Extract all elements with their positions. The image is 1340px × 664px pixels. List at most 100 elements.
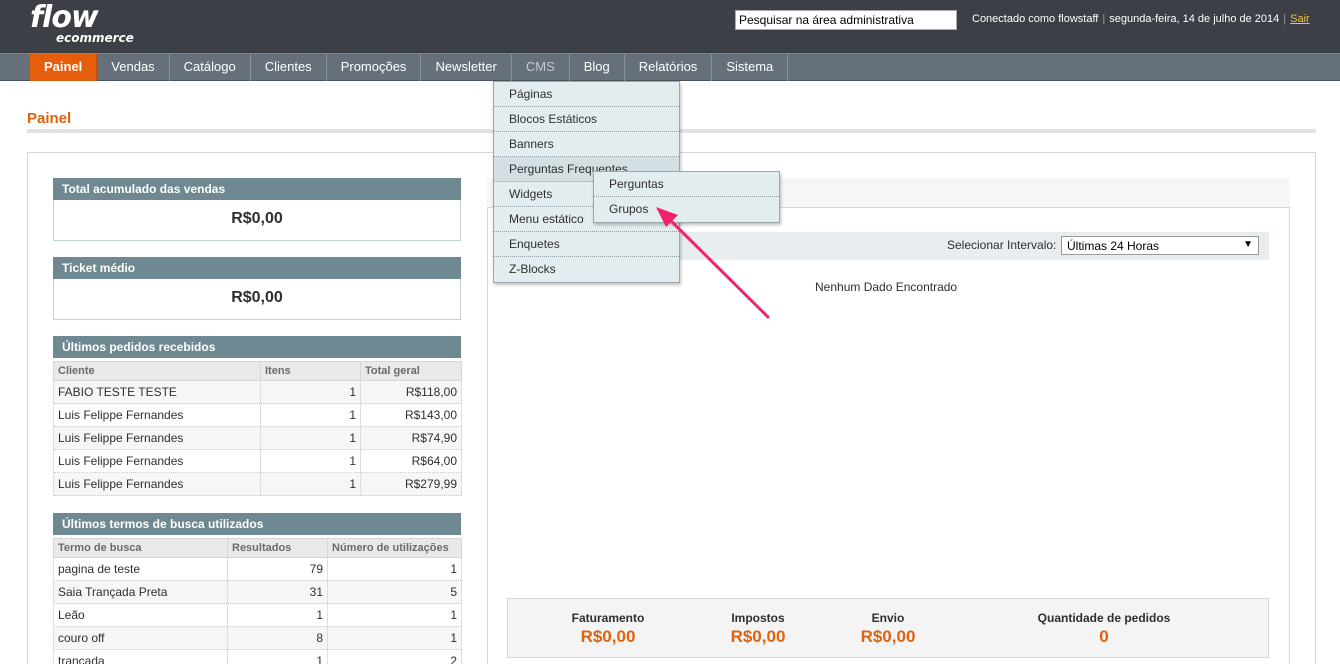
range-label: Selecionar Intervalo: <box>947 238 1057 252</box>
lifetime-sales-value: R$0,00 <box>231 210 283 227</box>
column-header-utilizacoes[interactable]: Número de utilizações <box>327 538 462 558</box>
column-header-total[interactable]: Total geral <box>360 361 462 381</box>
search-results: 1 <box>227 603 328 627</box>
nav-vendas[interactable]: Vendas <box>97 54 170 81</box>
order-total: R$74,90 <box>360 426 462 450</box>
revenue-value: R$0,00 <box>580 627 636 646</box>
shipping-label: Envio <box>871 611 905 625</box>
submenu-item-grupos[interactable]: Grupos <box>594 197 779 222</box>
revenue-total: Faturamento R$0,00 <box>548 611 668 647</box>
menu-item-banners[interactable]: Banners <box>494 132 679 157</box>
main-navigation: Painel Vendas Catálogo Clientes Promoçõe… <box>0 53 1340 81</box>
shipping-value: R$0,00 <box>860 627 916 646</box>
order-qty-label: Quantidade de pedidos <box>1037 611 1171 625</box>
search-results: 8 <box>227 626 328 650</box>
global-search-input[interactable] <box>735 10 957 30</box>
nav-cms[interactable]: CMS <box>512 54 570 81</box>
table-row[interactable]: Luis Felippe Fernandes 1 R$64,00 <box>53 449 462 473</box>
nav-catalogo[interactable]: Catálogo <box>170 54 251 81</box>
search-term: Leão <box>53 603 228 627</box>
last-orders-header: Últimos pedidos recebidos <box>53 336 461 358</box>
search-results: 1 <box>227 649 328 664</box>
separator: | <box>1102 13 1106 25</box>
search-term: couro off <box>53 626 228 650</box>
nav-promocoes[interactable]: Promoções <box>327 54 422 81</box>
order-items: 1 <box>260 380 361 404</box>
nav-relatorios[interactable]: Relatórios <box>625 54 713 81</box>
order-customer: Luis Felippe Fernandes <box>53 426 261 450</box>
table-row[interactable]: trançada 1 2 <box>53 649 462 664</box>
nav-newsletter[interactable]: Newsletter <box>421 54 512 81</box>
search-uses: 1 <box>327 626 462 650</box>
search-uses: 5 <box>327 580 462 604</box>
search-uses: 1 <box>327 603 462 627</box>
nav-sistema[interactable]: Sistema <box>712 54 789 81</box>
order-customer: Luis Felippe Fernandes <box>53 449 261 473</box>
menu-item-blocos-estaticos[interactable]: Blocos Estáticos <box>494 107 679 132</box>
tax-total: Impostos R$0,00 <box>698 611 818 647</box>
table-row[interactable]: Luis Felippe Fernandes 1 R$74,90 <box>53 426 462 450</box>
current-date: segunda-feira, 14 de julho de 2014 <box>1109 13 1280 25</box>
search-uses: 1 <box>327 557 462 581</box>
search-term: Saia Trançada Preta <box>53 580 228 604</box>
nav-clientes[interactable]: Clientes <box>251 54 327 81</box>
order-items: 1 <box>260 426 361 450</box>
last-search-header: Últimos termos de busca utilizados <box>53 513 461 535</box>
order-total: R$118,00 <box>360 380 462 404</box>
table-row[interactable]: Luis Felippe Fernandes 1 R$279,99 <box>53 472 462 496</box>
range-select-value: Últimas 24 Horas <box>1067 239 1160 253</box>
order-customer: Luis Felippe Fernandes <box>53 403 261 427</box>
logo-sub-text: ecommerce <box>56 31 134 45</box>
menu-item-paginas[interactable]: Páginas <box>494 82 679 107</box>
table-row[interactable]: FABIO TESTE TESTE 1 R$118,00 <box>53 380 462 404</box>
column-header-cliente[interactable]: Cliente <box>53 361 261 381</box>
order-items: 1 <box>260 449 361 473</box>
order-total: R$64,00 <box>360 449 462 473</box>
column-header-itens[interactable]: Itens <box>260 361 361 381</box>
column-header-resultados[interactable]: Resultados <box>227 538 328 558</box>
order-customer: FABIO TESTE TESTE <box>53 380 261 404</box>
order-items: 1 <box>260 472 361 496</box>
chevron-down-icon: ▼ <box>1243 239 1253 250</box>
totals-summary: Faturamento R$0,00 Impostos R$0,00 Envio… <box>507 598 1269 658</box>
faq-submenu: Perguntas Grupos <box>593 171 780 223</box>
lifetime-sales-header: Total acumulado das vendas <box>53 178 461 200</box>
separator: | <box>1283 13 1287 25</box>
range-select[interactable]: Últimas 24 Horas ▼ <box>1061 236 1259 255</box>
lifetime-sales-box: R$0,00 <box>53 200 461 241</box>
table-row[interactable]: Leão 1 1 <box>53 603 462 627</box>
logout-link[interactable]: Sair <box>1290 13 1310 25</box>
header-user-info: Conectado como flowstaff | segunda-feira, … <box>972 13 1310 25</box>
flow-ecommerce-logo[interactable]: flow ecommerce <box>30 0 134 45</box>
nav-blog[interactable]: Blog <box>570 54 625 81</box>
search-term: pagina de teste <box>53 557 228 581</box>
order-qty-value: 0 <box>1099 627 1109 646</box>
search-uses: 2 <box>327 649 462 664</box>
column-header-termo[interactable]: Termo de busca <box>53 538 228 558</box>
revenue-label: Faturamento <box>571 611 645 625</box>
last-search-table: Termo de busca Resultados Número de util… <box>53 538 462 664</box>
search-term: trançada <box>53 649 228 664</box>
menu-item-z-blocks[interactable]: Z-Blocks <box>494 257 679 282</box>
shipping-total: Envio R$0,00 <box>828 611 948 647</box>
admin-header: flow ecommerce Conectado como flowstaff|… <box>0 0 1340 53</box>
menu-item-enquetes[interactable]: Enquetes <box>494 232 679 257</box>
order-total: R$279,99 <box>360 472 462 496</box>
page-title: Painel <box>27 110 72 127</box>
last-orders-table: Cliente Itens Total geral FABIO TESTE TE… <box>53 361 462 496</box>
order-items: 1 <box>260 403 361 427</box>
order-customer: Luis Felippe Fernandes <box>53 472 261 496</box>
logo-main-text: flow <box>30 0 99 35</box>
table-row[interactable]: pagina de teste 79 1 <box>53 557 462 581</box>
no-data-message: Nenhum Dado Encontrado <box>815 280 958 294</box>
tax-label: Impostos <box>731 611 785 625</box>
nav-painel[interactable]: Painel <box>30 54 98 81</box>
submenu-item-perguntas[interactable]: Perguntas <box>594 172 779 197</box>
order-qty-total: Quantidade de pedidos 0 <box>1014 611 1194 647</box>
search-results: 31 <box>227 580 328 604</box>
average-order-value: R$0,00 <box>231 289 283 306</box>
table-row[interactable]: couro off 8 1 <box>53 626 462 650</box>
table-row[interactable]: Luis Felippe Fernandes 1 R$143,00 <box>53 403 462 427</box>
search-results: 79 <box>227 557 328 581</box>
table-row[interactable]: Saia Trançada Preta 31 5 <box>53 580 462 604</box>
